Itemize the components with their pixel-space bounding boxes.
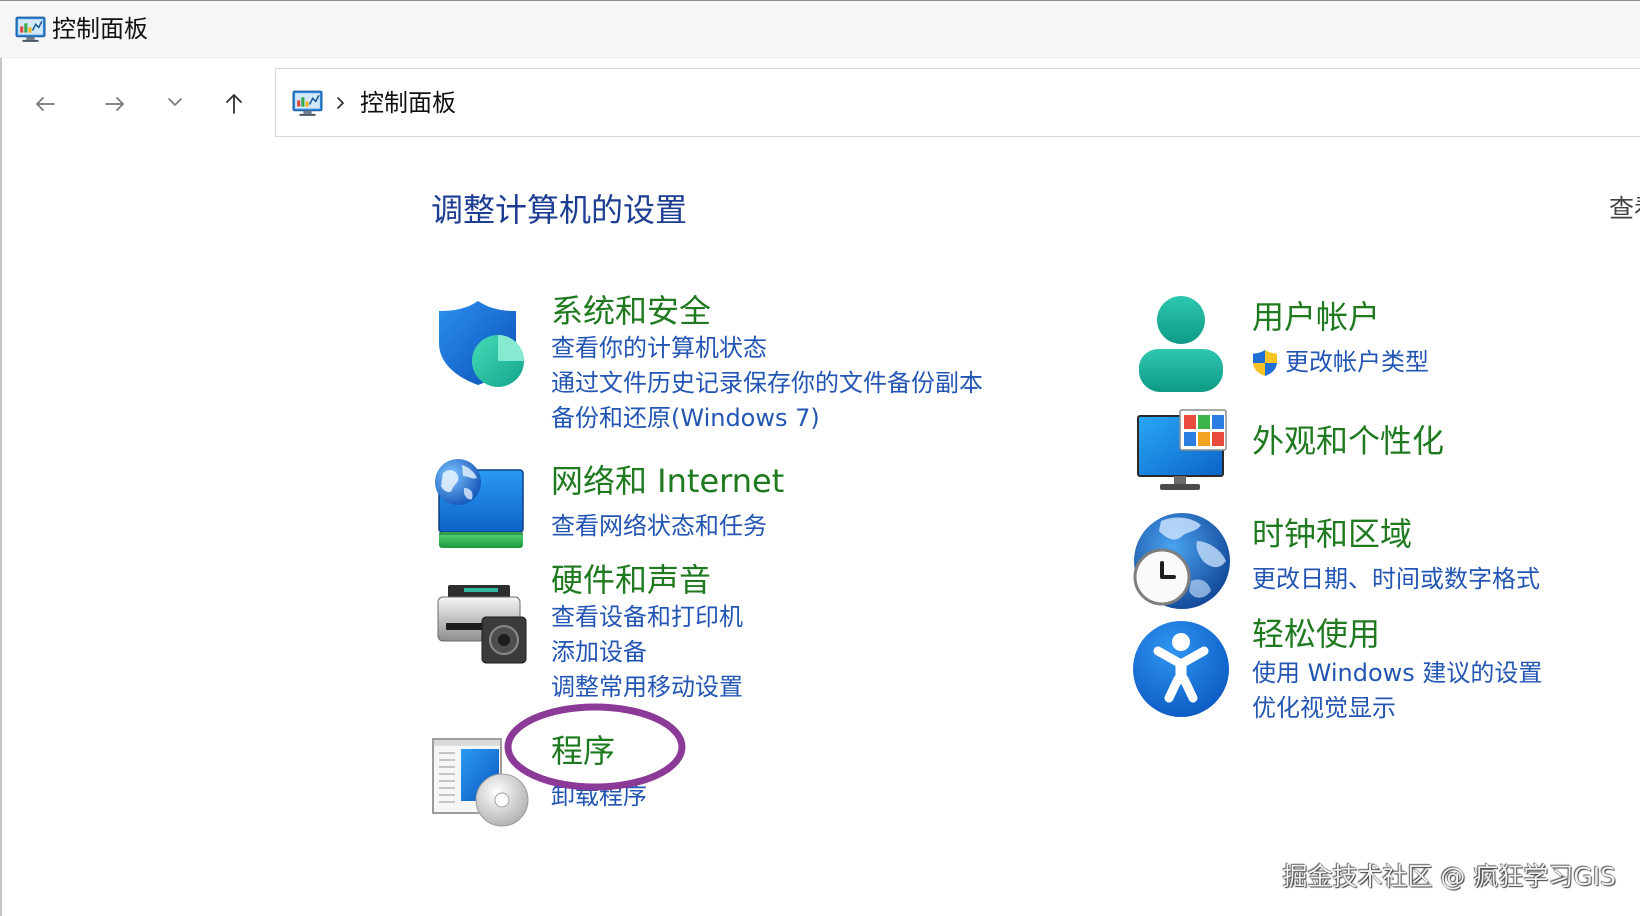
category-title-clock-region[interactable]: 时钟和区域 bbox=[1252, 514, 1540, 554]
chevron-right-icon[interactable] bbox=[333, 96, 347, 110]
link-file-history-backup[interactable]: 通过文件历史记录保存你的文件备份副本 bbox=[551, 366, 983, 401]
shield-icon[interactable] bbox=[434, 298, 526, 390]
breadcrumb-control-panel[interactable]: 控制面板 bbox=[360, 88, 456, 118]
link-row-change-account-type[interactable]: 更改帐户类型 bbox=[1252, 345, 1429, 380]
link-add-device[interactable]: 添加设备 bbox=[551, 635, 743, 670]
window-border bbox=[0, 58, 2, 916]
address-bar[interactable]: 控制面板 bbox=[275, 68, 1640, 137]
category-network-internet: 网络和 Internet 查看网络状态和任务 bbox=[551, 461, 784, 544]
category-title-system-security[interactable]: 系统和安全 bbox=[551, 291, 983, 331]
control-panel-icon[interactable] bbox=[292, 90, 323, 117]
arrow-left-icon[interactable] bbox=[33, 92, 57, 116]
watermark-text: 掘金技术社区 @ 疯狂学习GIS bbox=[1282, 862, 1616, 891]
category-title-user-accounts[interactable]: 用户帐户 bbox=[1252, 297, 1429, 337]
view-by-label[interactable]: 查看 bbox=[1609, 193, 1640, 225]
category-appearance: 外观和个性化 bbox=[1252, 421, 1444, 461]
category-title-hardware-sound[interactable]: 硬件和声音 bbox=[551, 560, 743, 600]
control-panel-icon bbox=[15, 16, 46, 42]
user-icon[interactable] bbox=[1135, 294, 1227, 394]
category-title-appearance[interactable]: 外观和个性化 bbox=[1252, 421, 1444, 461]
category-hardware-sound: 硬件和声音 查看设备和打印机 添加设备 调整常用移动设置 bbox=[551, 560, 743, 705]
window-title: 控制面板 bbox=[52, 15, 148, 43]
category-user-accounts: 用户帐户 更改帐户类型 bbox=[1252, 297, 1429, 380]
category-clock-region: 时钟和区域 更改日期、时间或数字格式 bbox=[1252, 514, 1540, 597]
link-windows-suggested-settings[interactable]: 使用 Windows 建议的设置 bbox=[1252, 656, 1542, 691]
page-title: 调整计算机的设置 bbox=[431, 191, 688, 229]
link-change-date-time-format[interactable]: 更改日期、时间或数字格式 bbox=[1252, 562, 1540, 597]
category-title-network-internet[interactable]: 网络和 Internet bbox=[551, 461, 784, 501]
link-backup-restore[interactable]: 备份和还原(Windows 7) bbox=[551, 401, 983, 436]
chevron-down-icon[interactable] bbox=[166, 93, 184, 111]
accessibility-icon[interactable] bbox=[1131, 619, 1231, 719]
network-icon[interactable] bbox=[434, 458, 526, 552]
category-title-ease-of-access[interactable]: 轻松使用 bbox=[1252, 614, 1542, 654]
arrow-up-icon[interactable] bbox=[222, 91, 246, 115]
link-view-devices-printers[interactable]: 查看设备和打印机 bbox=[551, 600, 743, 635]
annotation-ellipse bbox=[504, 703, 686, 791]
link-optimize-visual-display[interactable]: 优化视觉显示 bbox=[1252, 691, 1542, 726]
uac-shield-icon bbox=[1253, 349, 1277, 376]
clock-globe-icon[interactable] bbox=[1131, 511, 1231, 611]
category-system-security: 系统和安全 查看你的计算机状态 通过文件历史记录保存你的文件备份副本 备份和还原… bbox=[551, 291, 983, 436]
link-view-network-status[interactable]: 查看网络状态和任务 bbox=[551, 509, 784, 544]
link-change-account-type[interactable]: 更改帐户类型 bbox=[1285, 345, 1429, 380]
printer-speaker-icon[interactable] bbox=[434, 583, 530, 665]
category-ease-of-access: 轻松使用 使用 Windows 建议的设置 优化视觉显示 bbox=[1252, 614, 1542, 726]
link-view-computer-status[interactable]: 查看你的计算机状态 bbox=[551, 331, 983, 366]
arrow-right-icon[interactable] bbox=[103, 92, 127, 116]
title-bar: 控制面板 bbox=[0, 0, 1640, 58]
appearance-icon[interactable] bbox=[1135, 408, 1229, 492]
